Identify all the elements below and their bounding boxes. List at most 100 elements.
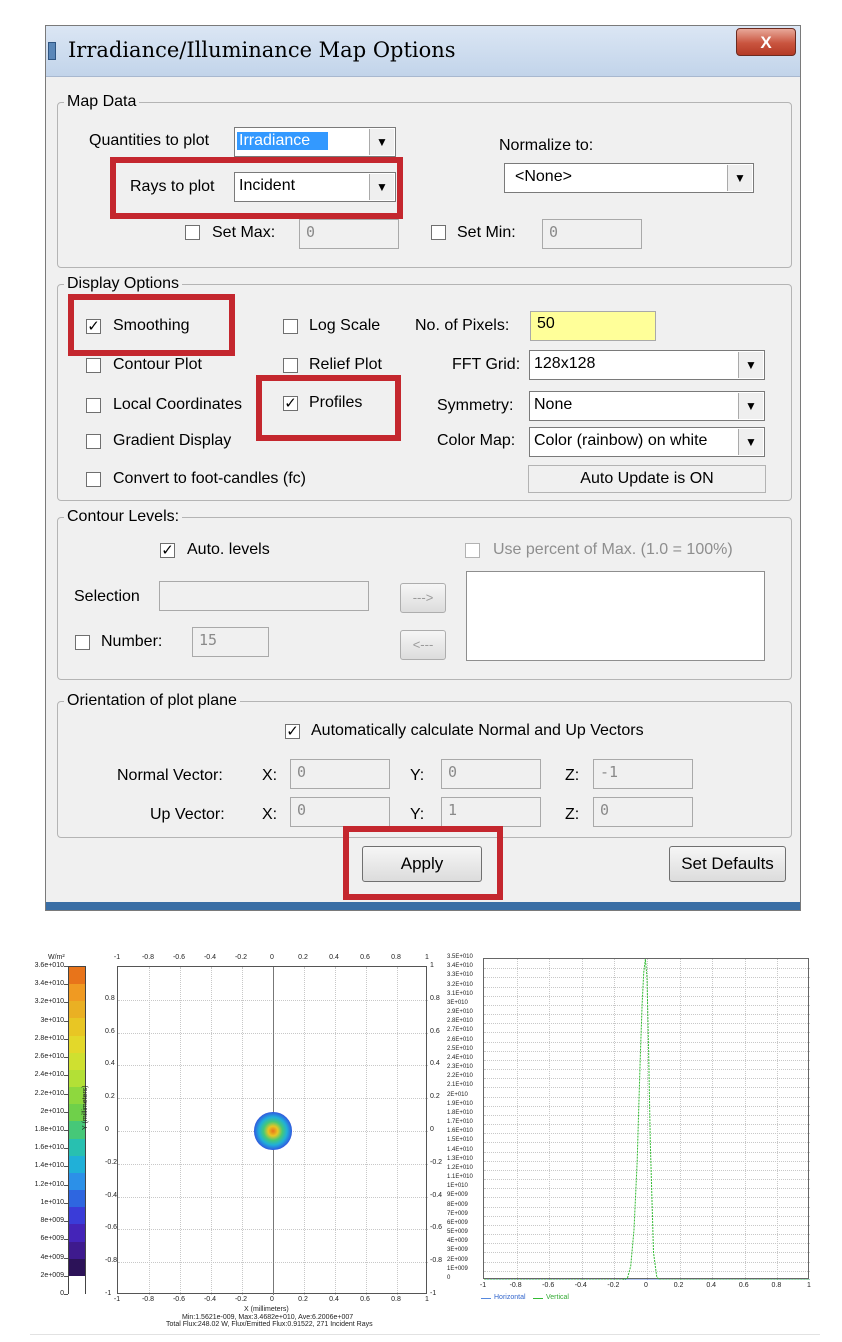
colorbar-segment [69,1138,85,1157]
color-map-select[interactable]: Color (rainbow) on white ▼ [529,427,765,457]
colorbar-unit-label: W/m² [48,954,65,961]
normalize-select[interactable]: <None> ▼ [504,163,754,193]
foot-candles-label: Convert to foot-candles (fc) [113,470,306,487]
normal-y-input[interactable]: 0 [441,759,541,789]
log-scale-checkbox[interactable] [283,319,298,334]
heatmap-y-tick-left: -0.4 [105,1191,118,1199]
profile-y-tick: 2.8E+010 [447,1018,473,1025]
up-y-label: Y: [410,806,425,823]
heatmap-y-tick-right: -0.8 [430,1257,443,1265]
rays-select[interactable]: Incident ▼ [234,172,396,202]
colorbar-tick-mark [64,1221,68,1223]
chevron-down-icon: ▼ [369,174,394,200]
levels-listbox[interactable] [466,571,765,661]
colorbar-tick-mark [64,966,68,967]
symmetry-select[interactable]: None ▼ [529,391,765,421]
pixels-input[interactable]: 50 [530,311,656,341]
heatmap-y-tick-right: -0.4 [430,1191,443,1199]
gradient-checkbox[interactable] [86,434,101,449]
colorbar [68,966,86,1294]
gradient-label: Gradient Display [113,432,232,449]
profile-y-tick: 1.9E+010 [447,1100,473,1107]
heatmap-y-tick-right: -0.6 [430,1224,443,1232]
remove-level-button[interactable]: <--- [400,630,446,660]
set-min-checkbox[interactable] [431,225,446,240]
auto-calc-checkbox[interactable]: ✓ [285,724,300,739]
profile-y-tick: 1.5E+010 [447,1137,473,1144]
up-z-label: Z: [565,806,580,823]
smoothing-checkbox[interactable]: ✓ [86,319,101,334]
colorbar-tick-mark [64,1166,68,1168]
profiles-checkbox[interactable]: ✓ [283,396,298,411]
colorbar-tick-label: 0 [60,1290,64,1297]
colorbar-segment [69,1241,85,1260]
colorbar-segment [69,1035,85,1054]
apply-button[interactable]: Apply [362,846,482,882]
chevron-down-icon: ▼ [369,129,394,155]
chevron-down-icon: ▼ [738,352,763,378]
relief-plot-checkbox[interactable] [283,358,298,373]
heatmap-y-tick-right: -1 [430,1290,437,1297]
chevron-down-icon: ▼ [727,165,752,191]
local-coords-label: Local Coordinates [113,396,242,413]
smoothing-label: Smoothing [113,317,190,334]
colorbar-tick-mark [64,1275,68,1277]
heatmap-x-tick-top: -0.6 [172,954,186,961]
normal-x-input[interactable]: 0 [290,759,390,789]
colorbar-tick-mark [64,1020,68,1022]
auto-levels-label: Auto. levels [187,541,270,558]
heatmap-gridline-v [366,967,367,1295]
normal-y-label: Y: [410,767,425,784]
selection-input[interactable] [159,581,369,611]
close-button[interactable]: X [736,28,796,56]
use-percent-checkbox[interactable] [465,543,480,558]
profile-y-tick: 2.3E+010 [447,1064,473,1071]
normal-vector-label: Normal Vector: [117,767,223,784]
profile-y-tick: 1.7E+010 [447,1119,473,1126]
number-checkbox[interactable] [75,635,90,650]
contour-plot-checkbox[interactable] [86,358,101,373]
heatmap-x-tick-bottom: -0.2 [234,1296,248,1303]
heatmap-y-tick-right: 0.8 [430,994,440,1002]
log-scale-label: Log Scale [309,317,381,334]
foot-candles-checkbox[interactable] [86,472,101,487]
up-z-input[interactable]: 0 [593,797,693,827]
colorbar-tick-mark [64,1093,68,1095]
colorbar-tick-label: 3.6e+010 [34,962,64,969]
title-bar[interactable]: Irradiance/Illuminance Map Options X [46,26,800,77]
heatmap-x-tick-bottom: 0.4 [329,1296,339,1303]
heatmap-xlabel: X (millimeters) [244,1306,289,1313]
number-input[interactable]: 15 [192,627,269,657]
set-max-checkbox[interactable] [185,225,200,240]
set-max-label: Set Max: [212,224,276,241]
relief-plot-label: Relief Plot [309,356,382,373]
heatmap-y-tick-right: 0.6 [430,1027,440,1035]
set-max-input[interactable]: 0 [299,219,399,249]
local-coords-checkbox[interactable] [86,398,101,413]
heatmap-x-tick-top: -0.2 [234,954,248,961]
heatmap-y-tick-left: 0.4 [105,1060,115,1068]
profiles-label: Profiles [309,394,363,411]
profile-y-tick: 1.2E+010 [447,1164,473,1171]
colorbar-tick-mark [64,1294,68,1295]
colorbar-tick-mark [64,1257,68,1259]
heatmap-gridline-v [304,967,305,1295]
up-x-input[interactable]: 0 [290,797,390,827]
heatmap-x-tick-bottom: 0 [270,1296,274,1303]
auto-levels-checkbox[interactable]: ✓ [160,543,175,558]
set-min-input[interactable]: 0 [542,219,642,249]
heatmap-ylabel: Y (millimeters) [82,1085,89,1130]
up-y-input[interactable]: 1 [441,797,541,827]
set-defaults-button[interactable]: Set Defaults [669,846,786,882]
profile-y-tick: 0 [447,1275,451,1281]
add-level-button[interactable]: ---> [400,583,446,613]
quantities-value: Irradiance [237,132,329,150]
profile-x-tick: 0.8 [771,1282,782,1289]
fft-grid-select[interactable]: 128x128 ▼ [529,350,765,380]
normal-z-input[interactable]: -1 [593,759,693,789]
quantities-select[interactable]: Irradiance ▼ [234,127,396,157]
symmetry-label: Symmetry: [437,397,514,414]
profile-y-tick: 3.2E+010 [447,981,473,988]
heatmap-x-tick-bottom: -0.8 [141,1296,155,1303]
profile-y-tick: 2.6E+010 [447,1036,473,1043]
